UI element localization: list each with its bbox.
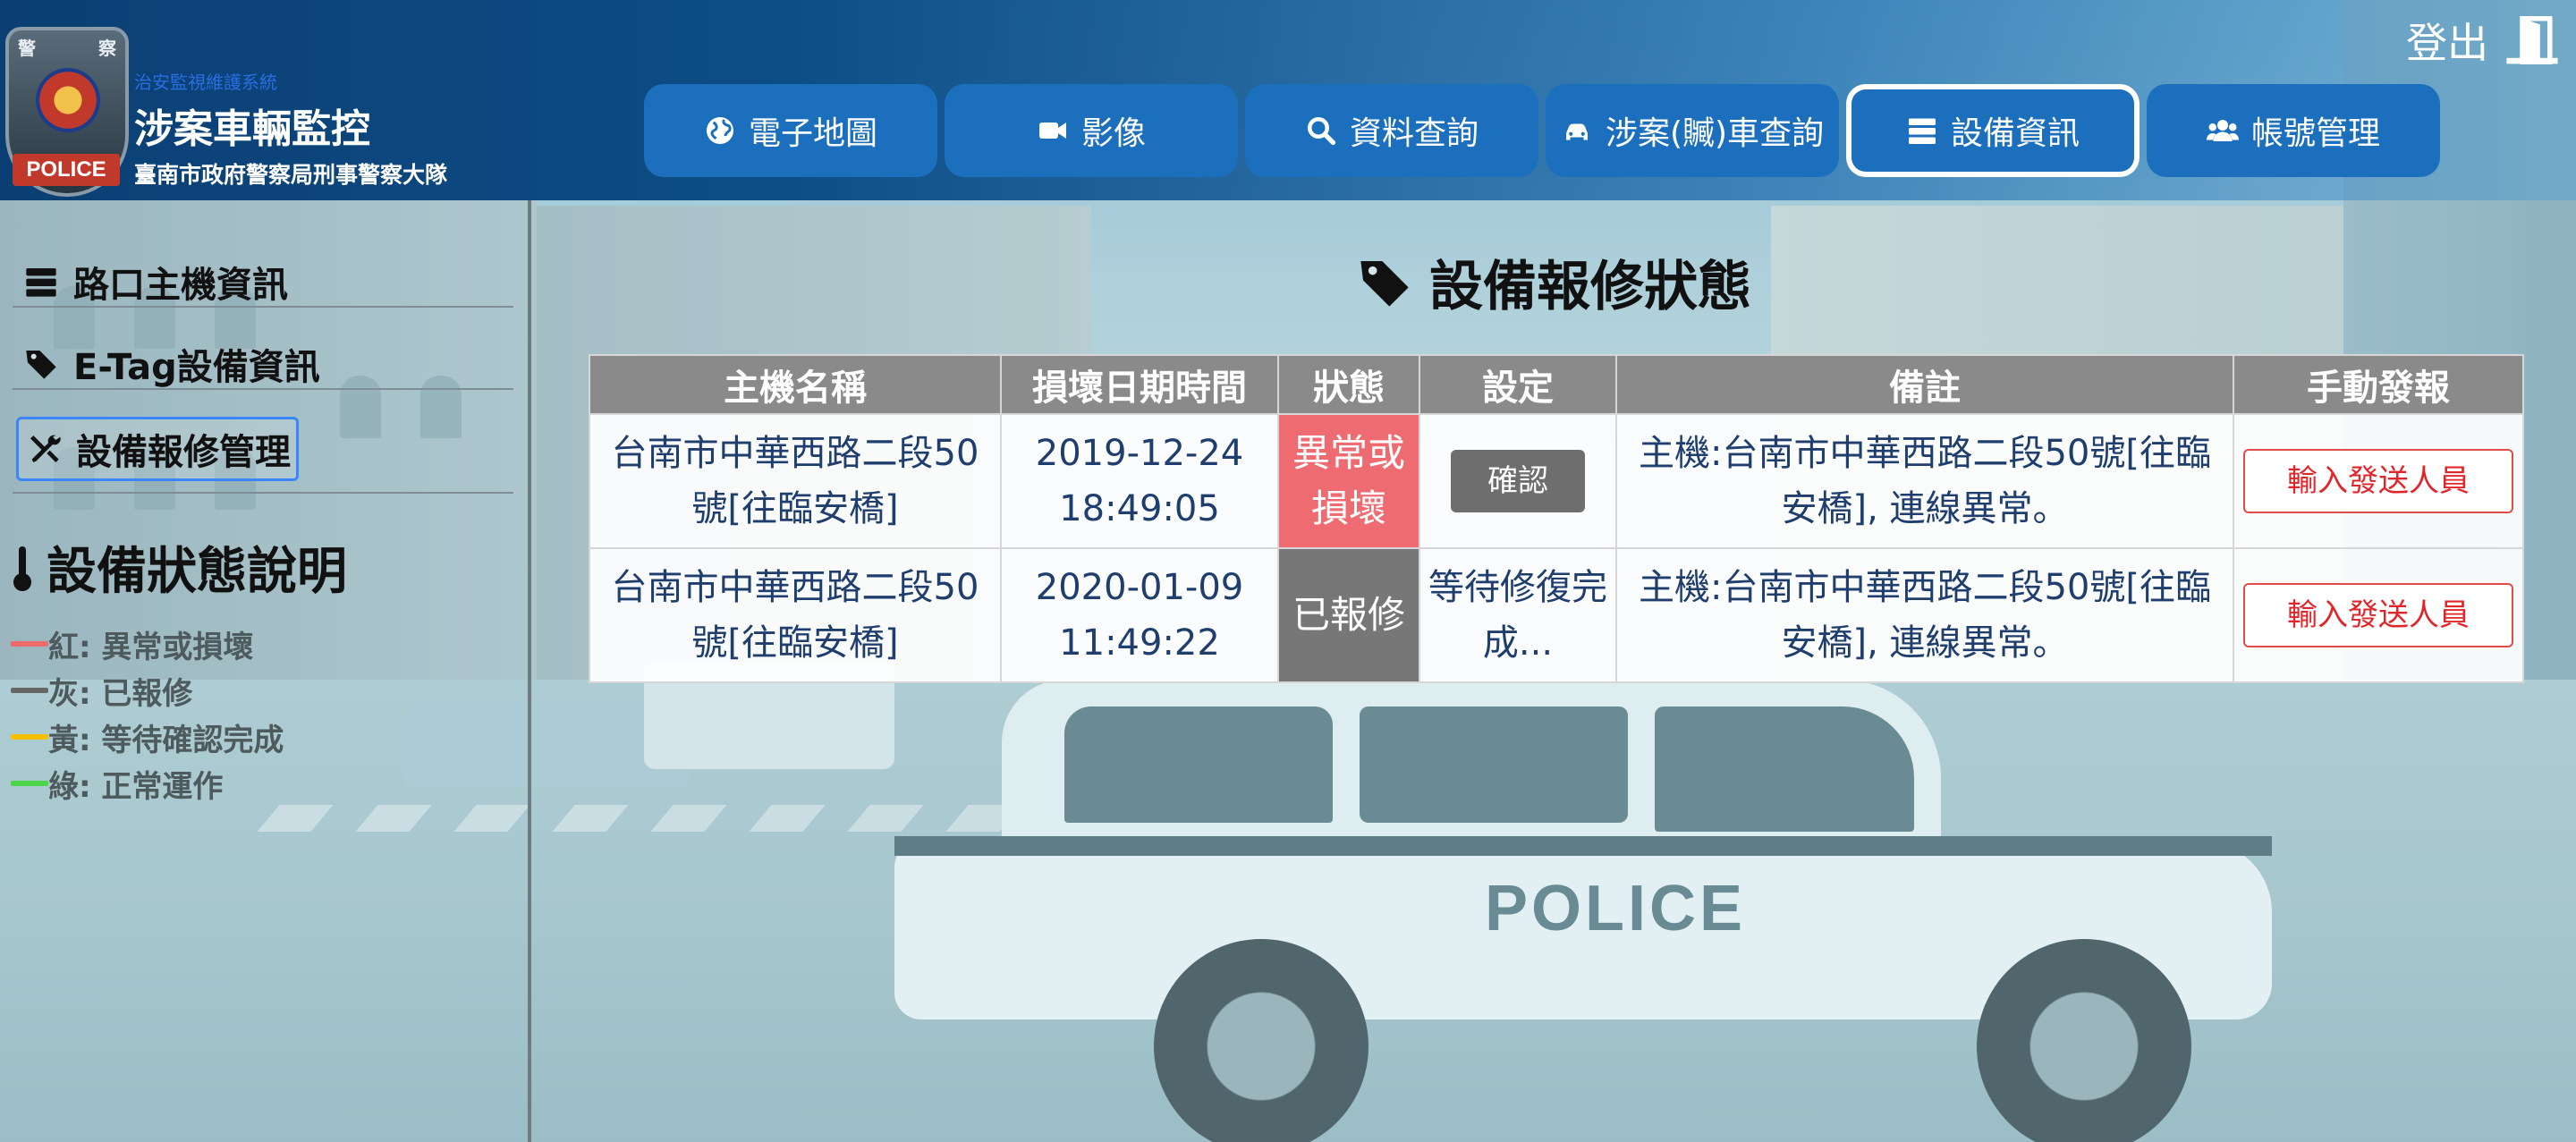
search-icon [1307,117,1336,146]
legend-title: 設備狀態說明 [9,531,347,604]
tag-icon [26,351,56,379]
sidebar: 路口主機資訊 E-Tag設備資訊 設備報修管理 設備狀態說明 紅: 異常或損壞 … [0,200,530,1142]
legend-title-text: 設備狀態說明 [47,543,347,601]
table-header-row: 主機名稱 損壞日期時間 狀態 設定 備註 手動發報 [589,354,2524,415]
nav-search-label: 資料查詢 [1349,115,1479,152]
enter-sender-button[interactable]: 輸入發送人員 [2243,583,2513,647]
column-header-status: 狀態 [1277,354,1420,415]
legend-item-green: 綠: 正常運作 [11,760,284,807]
repair-status-table: 主機名稱 損壞日期時間 狀態 設定 備註 手動發報 台南市中華西路二段50號[往… [589,354,2524,683]
legend-label: 灰: 已報修 [48,675,193,712]
tools-icon [30,435,61,462]
legend-item-gray: 灰: 已報修 [11,667,284,714]
cell-setting: 確認 [1419,413,1617,549]
legend-item-yellow: 黃: 等待確認完成 [11,714,284,760]
cell-setting-waiting: 等待修復完成... [1419,547,1617,683]
app-subtitle: 臺南市政府警察局刑事警察大隊 [134,162,448,188]
nav-account-label: 帳號管理 [2250,115,2380,152]
nav-search-button[interactable]: 資料查詢 [1245,84,1538,177]
main-content: 設備報修狀態 主機名稱 損壞日期時間 狀態 設定 備註 手動發報 台南市中華西路… [533,200,2576,1142]
logout-label: 登出 [2406,19,2488,67]
legend-label: 綠: 正常運作 [48,768,224,805]
nav-device-info-button[interactable]: 設備資訊 [1846,84,2140,177]
main-nav: 電子地圖 影像 資料查詢 涉案(贓)車查詢 設備資訊 帳號管理 [644,84,2440,177]
exit-door-icon [2506,16,2558,64]
sidebar-border [528,200,531,1142]
enter-sender-button[interactable]: 輸入發送人員 [2243,449,2513,513]
legend-label: 紅: 異常或損壞 [48,629,254,665]
column-header-note: 備註 [1615,354,2234,415]
nav-device-info-label: 設備資訊 [1950,115,2080,152]
sidebar-item-etag-info[interactable]: E-Tag設備資訊 [16,334,326,393]
status-legend: 紅: 異常或損壞 灰: 已報修 黃: 等待確認完成 綠: 正常運作 [11,621,284,807]
system-name-small: 治安監視維護系統 [134,72,277,93]
cell-manual-report: 輸入發送人員 [2233,413,2524,549]
table-row: 台南市中華西路二段50號[往臨安橋] 2020-01-09 11:49:22 已… [589,547,2524,683]
page-title-text: 設備報修狀態 [1429,256,1751,318]
video-icon [1038,123,1066,139]
table-row: 台南市中華西路二段50號[往臨安橋] 2019-12-24 18:49:05 異… [589,413,2524,549]
column-header-setting: 設定 [1419,354,1617,415]
cell-note: 主機:台南市中華西路二段50號[往臨安橋], 連線異常。 [1615,547,2234,683]
legend-swatch-yellow [11,734,48,740]
column-header-datetime: 損壞日期時間 [1000,354,1279,415]
sidebar-divider [13,306,513,308]
badge-char-right: 察 [98,38,116,59]
page-title: 設備報修狀態 [1356,243,1751,321]
column-header-host: 主機名稱 [589,354,1002,415]
top-header: 警 察 POLICE 治安監視維護系統 涉案車輛監控 臺南市政府警察局刑事警察大… [0,0,2576,200]
police-badge-logo: 警 察 POLICE [5,27,129,197]
sidebar-item-label: 設備報修管理 [76,432,291,473]
server-icon [26,268,56,297]
tag-icon [1360,260,1409,307]
nav-stolen-car-button[interactable]: 涉案(贓)車查詢 [1546,84,1839,177]
column-header-manual-report: 手動發報 [2233,354,2524,415]
users-icon [2206,120,2239,141]
cell-datetime: 2020-01-09 11:49:22 [1000,547,1279,683]
sidebar-item-repair-management[interactable]: 設備報修管理 [16,417,299,481]
badge-char-left: 警 [18,38,36,59]
cell-note: 主機:台南市中華西路二段50號[往臨安橋], 連線異常。 [1615,413,2234,549]
sidebar-item-host-info[interactable]: 路口主機資訊 [16,252,293,311]
legend-label: 黃: 等待確認完成 [48,722,284,758]
nav-map-label: 電子地圖 [748,115,877,152]
logout-button[interactable]: 登出 [2406,11,2562,70]
cell-manual-report: 輸入發送人員 [2233,547,2524,683]
sidebar-item-label: 路口主機資訊 [73,265,288,306]
globe-icon [706,117,733,144]
car-icon [1565,123,1588,140]
thermometer-icon [13,546,31,591]
app-title: 涉案車輛監控 [134,106,370,152]
badge-police-text: POLICE [13,154,120,186]
nav-account-button[interactable]: 帳號管理 [2147,84,2440,177]
legend-swatch-green [11,781,48,786]
confirm-button[interactable]: 確認 [1451,450,1585,512]
nav-stolen-car-label: 涉案(贓)車查詢 [1605,115,1825,152]
legend-item-red: 紅: 異常或損壞 [11,621,284,667]
sidebar-item-label: E-Tag設備資訊 [73,347,320,388]
status-badge: 已報修 [1277,547,1420,683]
legend-swatch-red [11,641,48,647]
cell-host: 台南市中華西路二段50號[往臨安橋] [589,547,1002,683]
sidebar-divider [13,492,513,494]
nav-video-label: 影像 [1080,115,1146,152]
cell-host: 台南市中華西路二段50號[往臨安橋] [589,413,1002,549]
sidebar-divider [13,388,513,390]
nav-map-button[interactable]: 電子地圖 [644,84,937,177]
server-icon [1908,118,1936,144]
cell-datetime: 2019-12-24 18:49:05 [1000,413,1279,549]
status-badge: 異常或損壞 [1277,413,1420,549]
nav-video-button[interactable]: 影像 [945,84,1238,177]
legend-swatch-gray [11,688,48,693]
